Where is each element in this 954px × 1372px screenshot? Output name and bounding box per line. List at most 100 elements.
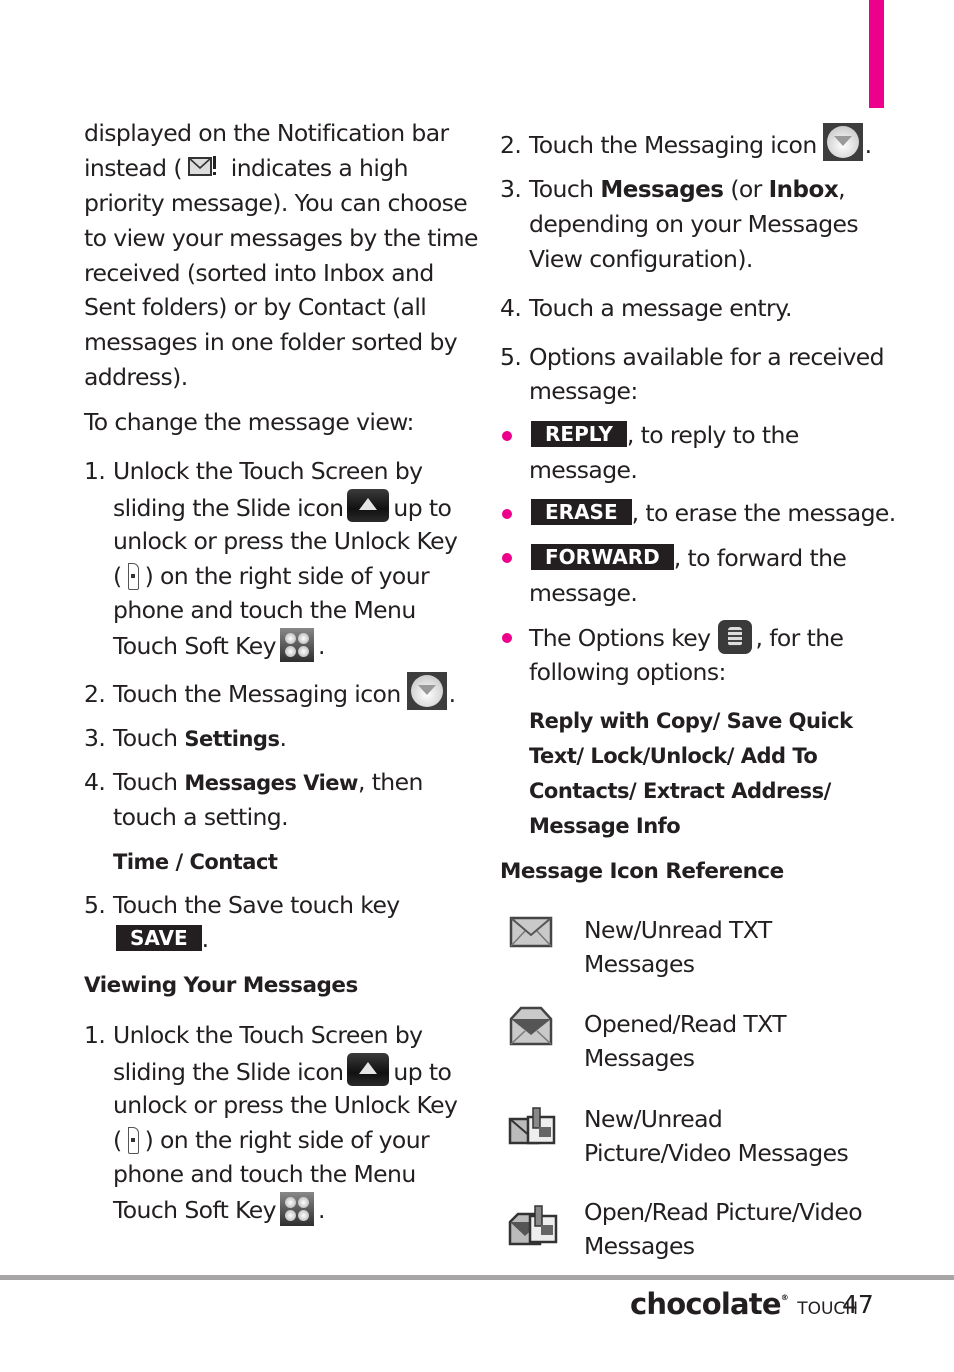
settings-label: Settings bbox=[184, 727, 280, 751]
step-text: , bbox=[838, 175, 846, 203]
forward-bullet: FORWARD, to forward the bbox=[531, 541, 847, 576]
brand-logo: chocolate® TOUCH bbox=[630, 1287, 858, 1321]
step-5-line: message: bbox=[529, 377, 638, 405]
slide-up-icon bbox=[347, 1053, 390, 1086]
step-5-line: SAVE. bbox=[116, 922, 209, 957]
step-text: sliding the Slide icon bbox=[113, 494, 344, 522]
step-number: 1. bbox=[84, 457, 106, 485]
erase-bullet: ERASE, to erase the message. bbox=[531, 496, 896, 531]
step-5-line: 5. Touch the Save touch key bbox=[84, 888, 400, 923]
step-text: . bbox=[317, 1196, 325, 1224]
viewing-step-1-line: phone and touch the Menu bbox=[113, 1160, 416, 1188]
messaging-icon bbox=[406, 672, 447, 710]
erase-key: ERASE bbox=[531, 499, 632, 525]
step-5-line: 5. Options available for a received bbox=[500, 340, 885, 375]
step-3-line: 3. Touch Settings. bbox=[84, 721, 287, 757]
change-view-heading: To change the message view: bbox=[84, 408, 414, 436]
inbox-label: Inbox bbox=[768, 177, 839, 203]
icon-ref-label: New/Unread bbox=[584, 1105, 723, 1133]
step-text: . bbox=[317, 632, 325, 660]
step-text: . bbox=[448, 680, 456, 708]
bullet-text: , for the bbox=[755, 624, 844, 652]
options-list-line: Contacts/ Extract Address/ bbox=[529, 779, 831, 803]
step-number: 3. bbox=[500, 175, 522, 203]
step-1-line: ( ) on the right side of your bbox=[113, 559, 430, 594]
step-text: Touch bbox=[529, 175, 601, 203]
step-text: ) on the right side of your bbox=[144, 562, 430, 590]
section-tab-marker bbox=[869, 0, 884, 108]
step-text: Touch a message entry. bbox=[529, 294, 793, 322]
bullet-text: The Options key bbox=[529, 624, 711, 652]
options-bullet: The Options key , for the bbox=[529, 620, 844, 656]
footer-rule bbox=[0, 1275, 954, 1280]
step-text: Unlock the Touch Screen by bbox=[113, 457, 423, 485]
bullet-icon bbox=[502, 633, 512, 643]
step-text: Touch Soft Key bbox=[113, 1196, 277, 1224]
step-number: 5. bbox=[500, 343, 522, 371]
brand-name: chocolate bbox=[630, 1287, 782, 1321]
options-list-line: Reply with Copy/ Save Quick bbox=[529, 709, 853, 733]
step-1-line: sliding the Slide icon up to bbox=[113, 489, 452, 526]
intro-line: address). bbox=[84, 363, 188, 391]
save-key: SAVE bbox=[116, 925, 202, 951]
step-text: Touch bbox=[113, 724, 185, 752]
step-3-line: depending on your Messages bbox=[529, 210, 859, 238]
viewing-step-1-line: 1. Unlock the Touch Screen by bbox=[84, 1018, 423, 1053]
brand-registered-mark: ® bbox=[780, 1293, 789, 1302]
bullet-icon bbox=[502, 431, 512, 441]
envelope-closed-icon bbox=[508, 915, 554, 953]
step-number: 2. bbox=[500, 131, 522, 159]
step-number: 4. bbox=[84, 768, 106, 796]
step-number: 2. bbox=[84, 680, 106, 708]
view-options: Time / Contact bbox=[113, 850, 278, 874]
icon-ref-label: Messages bbox=[584, 1232, 695, 1260]
step-2-line: 2. Touch the Messaging icon. bbox=[500, 123, 872, 163]
step-text: . bbox=[864, 131, 872, 159]
step-3-line: View configuration). bbox=[529, 245, 753, 273]
reply-bullet: REPLY, to reply to the bbox=[531, 418, 799, 453]
step-text: . bbox=[201, 925, 209, 953]
step-text: , then bbox=[357, 768, 423, 796]
icon-ref-label: Opened/Read TXT bbox=[584, 1010, 787, 1038]
messaging-icon bbox=[822, 123, 863, 161]
step-4-line: touch a setting. bbox=[113, 803, 289, 831]
icon-ref-label: Messages bbox=[584, 1044, 695, 1072]
step-number: 1. bbox=[84, 1021, 106, 1049]
slide-up-icon bbox=[347, 489, 390, 522]
step-text: Touch Soft Key bbox=[113, 632, 277, 660]
bullet-text: , to forward the bbox=[673, 544, 847, 572]
intro-text: indicates a high bbox=[223, 154, 409, 182]
viewing-messages-heading: Viewing Your Messages bbox=[84, 973, 358, 998]
viewing-step-1-line: unlock or press the Unlock Key bbox=[113, 1091, 458, 1119]
viewing-step-1-line: Touch Soft Key. bbox=[113, 1192, 325, 1228]
step-text: Touch the Save touch key bbox=[113, 891, 400, 919]
step-text: Touch the Messaging icon bbox=[113, 680, 401, 708]
step-number: 3. bbox=[84, 724, 106, 752]
step-4-line: 4. Touch a message entry. bbox=[500, 291, 793, 326]
step-1-line: Touch Soft Key. bbox=[113, 628, 325, 664]
unlock-key-icon bbox=[127, 1127, 139, 1154]
options-bullet-line: following options: bbox=[529, 658, 726, 686]
icon-ref-label: Messages bbox=[584, 950, 695, 978]
bullet-text: , to erase the message. bbox=[631, 499, 897, 527]
options-list-line: Message Info bbox=[529, 814, 681, 838]
intro-line: displayed on the Notification bar bbox=[84, 119, 449, 147]
options-key-icon bbox=[718, 620, 753, 654]
step-text: Touch the Messaging icon bbox=[529, 131, 817, 159]
step-text: ( bbox=[113, 1126, 122, 1154]
reply-key: REPLY bbox=[531, 421, 627, 447]
forward-key: FORWARD bbox=[531, 544, 674, 570]
unlock-key-icon bbox=[127, 563, 139, 590]
intro-text: instead ( bbox=[84, 154, 183, 182]
viewing-step-1-line: sliding the Slide icon up to bbox=[113, 1053, 452, 1090]
intro-line: instead ( indicates a high bbox=[84, 151, 408, 186]
intro-line: received (sorted into Inbox and bbox=[84, 259, 434, 287]
icon-ref-label: New/Unread TXT bbox=[584, 916, 772, 944]
intro-line: to view your messages by the time bbox=[84, 224, 479, 252]
step-1-line: unlock or press the Unlock Key bbox=[113, 527, 458, 555]
step-text: ( bbox=[113, 562, 122, 590]
step-1-line: phone and touch the Menu bbox=[113, 596, 416, 624]
step-3-line: 3. Touch Messages (or Inbox, bbox=[500, 172, 846, 208]
step-text: . bbox=[279, 724, 287, 752]
bullet-icon bbox=[502, 509, 512, 519]
